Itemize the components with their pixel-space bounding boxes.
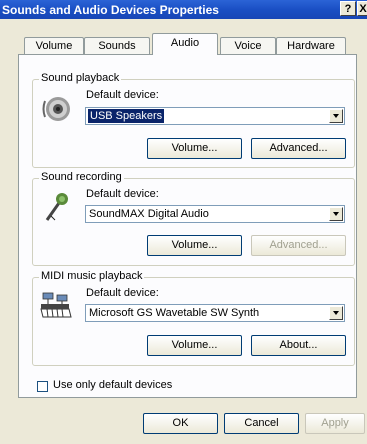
- microphone-icon: [45, 193, 68, 221]
- window-title: Sounds and Audio Devices Properties: [2, 3, 219, 17]
- midi-device-value: Microsoft GS Wavetable SW Synth: [89, 307, 260, 319]
- close-button[interactable]: X: [357, 1, 367, 16]
- tab-hardware[interactable]: Hardware: [276, 37, 346, 54]
- recording-device-select[interactable]: SoundMAX Digital Audio: [85, 205, 345, 223]
- chevron-down-icon[interactable]: [329, 306, 343, 320]
- ok-button[interactable]: OK: [143, 413, 218, 434]
- recording-device-value: SoundMAX Digital Audio: [89, 208, 209, 220]
- cancel-button[interactable]: Cancel: [224, 413, 299, 434]
- use-only-default-devices-checkbox[interactable]: [37, 381, 48, 392]
- sound-playback-group: Sound playback Default device: USB Speak…: [32, 72, 355, 168]
- apply-button[interactable]: Apply: [305, 413, 365, 434]
- title-bar[interactable]: Sounds and Audio Devices Properties ? X: [0, 0, 367, 19]
- audio-tab-panel: Sound playback Default device: USB Speak…: [18, 54, 357, 398]
- recording-default-device-label: Default device:: [86, 188, 159, 200]
- midi-keyboard-icon: [40, 292, 72, 318]
- tab-audio[interactable]: Audio: [152, 33, 218, 55]
- playback-default-device-label: Default device:: [86, 89, 159, 101]
- use-only-default-devices-label: Use only default devices: [53, 379, 173, 391]
- sound-recording-group: Sound recording Default device: SoundMAX…: [32, 171, 355, 266]
- midi-device-select[interactable]: Microsoft GS Wavetable SW Synth: [85, 304, 345, 322]
- recording-advanced-button[interactable]: Advanced...: [251, 235, 346, 256]
- playback-advanced-button[interactable]: Advanced...: [251, 138, 346, 159]
- playback-volume-button[interactable]: Volume...: [147, 138, 242, 159]
- midi-default-device-label: Default device:: [86, 287, 159, 299]
- sound-recording-label: Sound recording: [39, 171, 124, 183]
- midi-playback-label: MIDI music playback: [39, 270, 145, 282]
- tab-volume[interactable]: Volume: [24, 37, 84, 54]
- speaker-icon: [42, 97, 70, 121]
- tab-sounds[interactable]: Sounds: [84, 37, 150, 54]
- chevron-down-icon[interactable]: [329, 109, 343, 123]
- midi-playback-group: MIDI music playback Default device: Micr…: [32, 270, 355, 366]
- recording-volume-button[interactable]: Volume...: [147, 235, 242, 256]
- tab-strip: Volume Sounds Audio Voice Hardware: [0, 32, 367, 55]
- midi-volume-button[interactable]: Volume...: [147, 335, 242, 356]
- midi-about-button[interactable]: About...: [251, 335, 346, 356]
- help-button[interactable]: ?: [340, 1, 356, 16]
- chevron-down-icon[interactable]: [329, 207, 343, 221]
- playback-device-value: USB Speakers: [88, 109, 165, 123]
- tab-voice[interactable]: Voice: [220, 37, 276, 54]
- sound-playback-label: Sound playback: [39, 72, 122, 84]
- playback-device-select[interactable]: USB Speakers: [85, 107, 345, 125]
